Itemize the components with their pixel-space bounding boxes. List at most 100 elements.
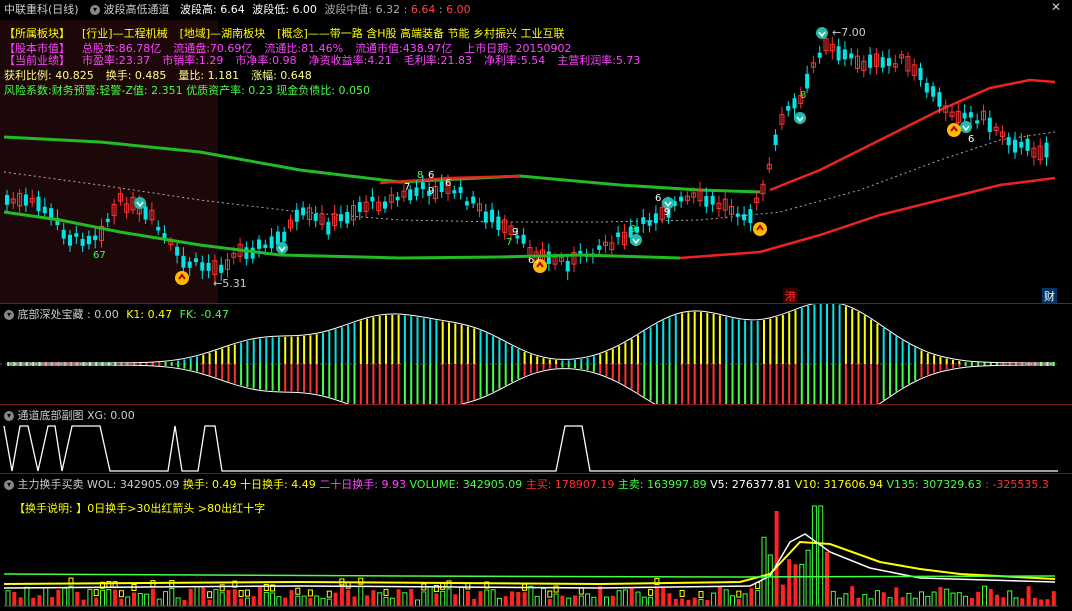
candle-body (792, 98, 797, 109)
volume-bar (358, 585, 364, 607)
volume-bar (667, 593, 672, 606)
row3-item: 市净率:0.98 (235, 54, 297, 67)
volume-bar (50, 597, 55, 606)
volume-bar (314, 595, 320, 607)
volume-bar (62, 587, 68, 607)
volume-bar (680, 598, 685, 606)
row1-item: [概念]——带一路 含H股 高端装备 节能 乡村振兴 工业互联 (277, 27, 565, 40)
candle-body (464, 201, 469, 206)
volume-bar (560, 595, 565, 606)
volume-bar (402, 592, 408, 607)
candle-body (849, 53, 854, 59)
volume-bar (610, 595, 615, 606)
volume-bar (232, 589, 237, 606)
volume-bar (730, 595, 735, 607)
volume-bar (673, 598, 678, 606)
candle-body (880, 57, 885, 68)
candle-body (1013, 139, 1017, 153)
candle-body (313, 213, 318, 221)
volume-bar (938, 586, 943, 606)
candle-body (521, 234, 526, 244)
volume-bar (1013, 597, 1019, 607)
volume-bar (755, 590, 761, 607)
panel4-chart (3, 505, 1058, 607)
candle-body (5, 195, 9, 205)
volume-bar (415, 599, 420, 607)
volume-bar (541, 588, 546, 607)
candle-body (49, 208, 54, 218)
volume-bar (894, 587, 899, 606)
candle-body (924, 83, 929, 93)
candle-body (565, 260, 570, 272)
candle-body (194, 258, 198, 263)
badge-financial[interactable]: 财 (1042, 288, 1057, 304)
high-price-value: 7.00 (841, 26, 866, 39)
volume-bar (188, 588, 193, 606)
oscillator-dot (170, 362, 173, 366)
candle-body (301, 207, 306, 216)
candle-body (987, 117, 992, 133)
candle-body (263, 244, 268, 248)
volume-bar (156, 598, 162, 607)
buy-signal-icon (276, 242, 288, 254)
volume-bar (263, 591, 269, 607)
candle-body (1019, 141, 1024, 148)
volume-bar (780, 584, 785, 606)
buy-signal-icon (630, 234, 642, 246)
volume-bar (308, 597, 313, 606)
candle-body (962, 112, 967, 119)
volume-bar (409, 588, 414, 606)
volume-bar (767, 554, 773, 607)
volume-cap (648, 588, 654, 596)
volume-bar (787, 559, 792, 606)
low-price-label: ←5.31 (213, 277, 247, 290)
digit-label: 7 (404, 182, 410, 193)
candle-body (105, 218, 110, 223)
digit-label: 6 (428, 170, 434, 181)
volume-bar (874, 590, 880, 607)
volume-bar (132, 592, 136, 606)
volume-bar (37, 595, 42, 606)
volume-bar (900, 597, 905, 606)
candle-body (80, 238, 85, 246)
volume-bar (837, 597, 843, 607)
badge-hk[interactable]: 港 (783, 288, 798, 304)
volume-bar (440, 590, 446, 607)
volume-cap (679, 589, 685, 597)
candle-body (616, 232, 621, 238)
digit-label: 7 (506, 237, 512, 248)
candle-body (647, 220, 652, 226)
candle-body (641, 217, 646, 224)
panel2-chart (0, 304, 1060, 404)
volume-bar (68, 585, 74, 607)
candle-body (414, 187, 419, 196)
candle-body (735, 213, 740, 217)
volume-bar (956, 592, 962, 607)
buy-signal-icon (794, 112, 806, 124)
volume-bar (598, 586, 603, 606)
buy-signal-icon (134, 197, 146, 209)
volume-bar (881, 592, 886, 606)
candle-body (975, 120, 980, 124)
volume-bar (635, 591, 641, 607)
volume-bar (749, 588, 754, 606)
candle-body (805, 73, 810, 89)
candle-body (86, 235, 91, 245)
volume-bar (711, 592, 717, 607)
volume-bar (818, 505, 824, 607)
volume-bar (648, 596, 654, 607)
channel-bottom-signal (3, 425, 1058, 472)
row3-item: 【当前业绩】 (4, 54, 70, 67)
candle-body (842, 49, 847, 60)
volume-cap (219, 584, 225, 592)
volume-bar (622, 589, 628, 607)
candle-body (383, 201, 387, 209)
candle-body (269, 236, 274, 249)
volume-bar (1032, 597, 1037, 606)
volume-bar (496, 597, 502, 607)
volume-bar (295, 595, 301, 607)
volume-bar (389, 597, 395, 607)
high-price-label: ←7.00 (832, 26, 866, 39)
candle-body (1044, 142, 1049, 158)
volume-bar (472, 598, 477, 606)
